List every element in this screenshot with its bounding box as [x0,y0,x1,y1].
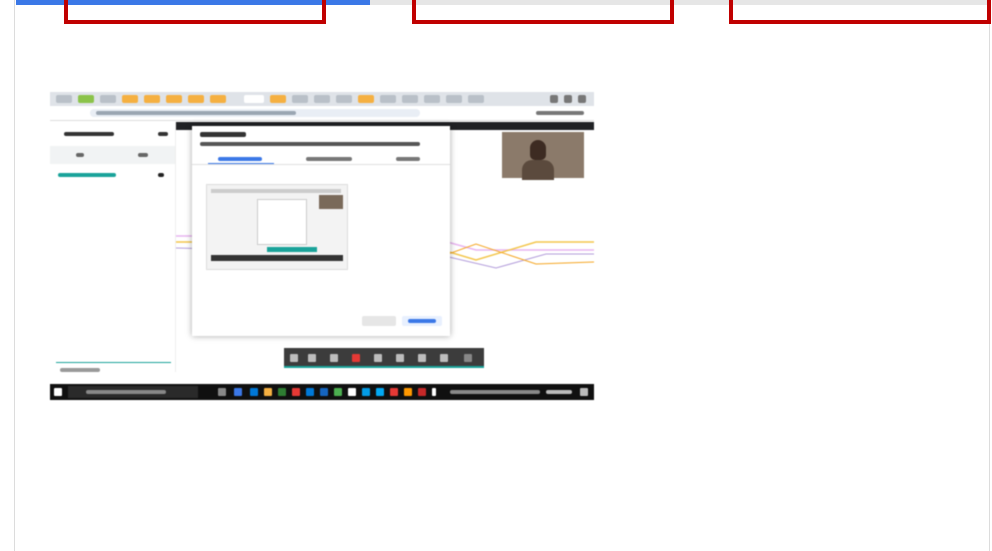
browser-tab [188,95,204,103]
taskbar-app-icon[interactable] [362,388,370,396]
taskbar-app-icon[interactable] [292,388,300,396]
browser-tab [292,95,308,103]
pointer-icon[interactable] [440,354,448,362]
taskbar-app-icon[interactable] [390,388,398,396]
mic-icon[interactable] [330,354,338,362]
leave-call-icon[interactable] [352,354,360,362]
tab-2-highlight-box[interactable] [412,0,674,24]
minimize-icon [550,95,558,103]
browser-tab [100,95,116,103]
hand-icon[interactable] [290,354,298,362]
taskbar-app-icon[interactable] [250,388,258,396]
camera-icon[interactable] [396,354,404,362]
sidebar-link-row [50,166,175,184]
captions-icon[interactable] [308,354,316,362]
browser-tab [56,95,72,103]
cancel-button[interactable] [362,316,396,326]
pen-icon[interactable] [418,354,426,362]
notification-icon[interactable] [580,388,588,396]
url-field [90,109,420,117]
browser-tab [270,95,286,103]
browser-tab-strip [50,92,594,106]
meet-sidebar [50,122,176,372]
taskbar-app-icon[interactable] [320,388,328,396]
more-icon[interactable] [464,354,472,362]
taskbar-app-icon[interactable] [306,388,314,396]
taskbar-search[interactable] [68,386,198,398]
browser-tab [424,95,440,103]
browser-tab-active [244,95,264,103]
share-dialog [192,126,450,336]
maximize-icon [564,95,572,103]
tab-3-highlight-box[interactable] [729,0,991,24]
taskbar-app-icon[interactable] [348,388,356,396]
tab-1-highlight-box[interactable] [64,0,326,24]
meeting-code-row [50,126,175,144]
taskbar-app-icon[interactable] [418,388,426,396]
browser-address-bar [50,106,594,121]
browser-tab [402,95,418,103]
browser-tab [314,95,330,103]
browser-tab [144,95,160,103]
windows-taskbar [50,384,594,400]
browser-tab [446,95,462,103]
share-button[interactable] [402,316,442,326]
start-icon[interactable] [54,388,62,396]
close-icon [578,95,586,103]
taskbar-app-icon[interactable] [234,388,242,396]
taskbar-app-icon[interactable] [404,388,412,396]
browser-tab [358,95,374,103]
presenter-webcam [502,132,584,180]
taskbar-app-icon[interactable] [264,388,272,396]
taskbar-app-icon[interactable] [376,388,384,396]
browser-tab [166,95,182,103]
browser-tab [468,95,484,103]
browser-tab [336,95,352,103]
meeting-controls-bar [284,348,484,368]
embedded-screenshot [50,92,594,400]
taskbar-app-icon[interactable] [218,388,226,396]
dialog-tab-strip [192,154,450,165]
browser-tab [380,95,396,103]
taskbar-app-icon[interactable] [334,388,342,396]
taskbar-app-icon[interactable] [432,388,436,396]
taskbar-app-icon[interactable] [278,388,286,396]
present-icon[interactable] [374,354,382,362]
browser-tab [122,95,138,103]
screen-preview-thumbnail[interactable] [206,184,348,270]
browser-tab [78,95,94,103]
sidebar-tabs [50,146,175,164]
browser-tab [210,95,226,103]
